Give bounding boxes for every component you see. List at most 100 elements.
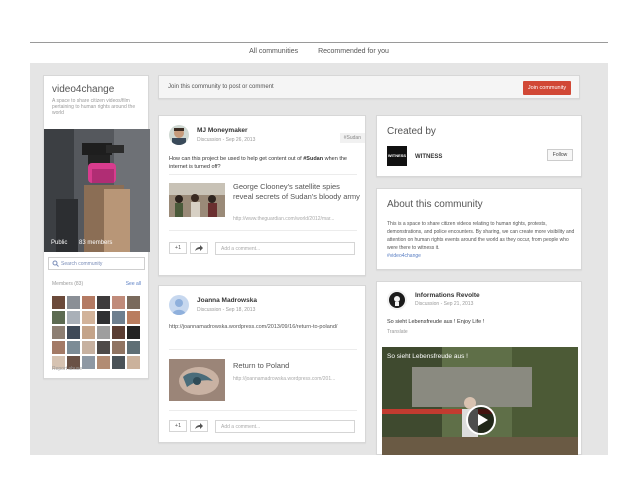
avatar[interactable] — [169, 125, 189, 145]
video-player[interactable]: So sieht Lebensfreude aus ! — [382, 347, 578, 455]
members-label: Members (83) — [52, 281, 84, 287]
member-avatar[interactable] — [67, 311, 80, 324]
member-avatar[interactable] — [52, 341, 65, 354]
creator-name[interactable]: WITNESS — [415, 154, 442, 160]
post-meta: Discussion - Sep 18, 2013 — [197, 307, 256, 313]
avatar[interactable] — [169, 295, 189, 315]
member-avatar[interactable] — [67, 296, 80, 309]
member-avatar[interactable] — [82, 326, 95, 339]
link-thumbnail[interactable] — [169, 183, 225, 217]
share-icon — [195, 245, 203, 251]
video-title: So sieht Lebensfreude aus ! — [387, 353, 468, 360]
top-divider — [30, 42, 608, 43]
community-description: A space to share citizen videos/film per… — [52, 98, 136, 116]
link-thumbnail-image — [169, 183, 225, 217]
post-card-3: Informations Revolte Discussion - Sep 21… — [376, 281, 582, 455]
about-body: This is a space to share citizen videos … — [387, 221, 575, 251]
link-url[interactable]: http://joannamadrowska.wordpress.com/201… — [233, 376, 359, 382]
member-avatar[interactable] — [127, 311, 140, 324]
witness-logo[interactable]: WITNESS — [387, 146, 407, 166]
cover-photo-image — [44, 129, 150, 252]
divider — [169, 410, 357, 411]
video-frame-image — [382, 347, 578, 455]
member-avatar-grid — [52, 296, 142, 369]
created-by-heading: Created by — [387, 126, 436, 137]
member-avatar[interactable] — [97, 296, 110, 309]
link-thumbnail[interactable] — [169, 359, 225, 401]
search-placeholder: Search community — [61, 261, 103, 267]
member-avatar[interactable] — [127, 341, 140, 354]
comment-input[interactable]: Add a comment... — [215, 420, 355, 433]
plus-one-button[interactable]: +1 — [169, 242, 187, 254]
link-thumbnail-image — [169, 359, 225, 401]
see-all-link[interactable]: See all — [126, 281, 141, 287]
member-avatar[interactable] — [97, 341, 110, 354]
community-sidebar: video4change A space to share citizen vi… — [43, 75, 150, 379]
plus-one-button[interactable]: +1 — [169, 420, 187, 432]
join-bar: Join this community to post or comment J… — [158, 75, 580, 99]
member-avatar[interactable] — [97, 326, 110, 339]
divider — [169, 230, 357, 231]
report-abuse-link[interactable]: Report abuse — [52, 366, 82, 372]
community-cover-photo: Public 83 members — [44, 129, 150, 252]
default-avatar-icon — [169, 295, 189, 315]
post-card-1: MJ Moneymaker Discussion - Sep 26, 2013 … — [158, 115, 366, 276]
link-title[interactable]: Return to Poland — [233, 361, 361, 371]
visibility-label: Public — [51, 240, 68, 246]
member-avatar[interactable] — [82, 341, 95, 354]
post-hashtag-badge[interactable]: #Sudan — [339, 133, 365, 143]
member-avatar[interactable] — [52, 311, 65, 324]
post-author[interactable]: MJ Moneymaker — [197, 127, 248, 134]
member-avatar[interactable] — [112, 326, 125, 339]
top-nav: All communities Recommended for you — [0, 48, 638, 55]
share-icon — [195, 423, 203, 429]
member-avatar[interactable] — [112, 356, 125, 369]
avatar[interactable] — [387, 290, 407, 310]
member-avatar[interactable] — [67, 326, 80, 339]
link-title[interactable]: George Clooney's satellite spies reveal … — [233, 182, 361, 202]
member-avatar[interactable] — [127, 356, 140, 369]
community-stats: Public 83 members — [51, 240, 122, 246]
play-icon[interactable] — [466, 405, 496, 435]
nav-recommended[interactable]: Recommended for you — [318, 48, 389, 55]
post-author[interactable]: Informations Revolte — [415, 292, 480, 299]
translate-link[interactable]: Translate — [387, 329, 408, 335]
community-search-input[interactable]: Search community — [48, 257, 145, 270]
member-avatar[interactable] — [112, 341, 125, 354]
about-card: About this community This is a space to … — [376, 188, 582, 270]
search-icon — [52, 260, 59, 267]
member-avatar[interactable] — [97, 356, 110, 369]
author-avatar-image — [387, 290, 407, 310]
post-text: How can this project be used to help get… — [169, 155, 359, 171]
community-canvas: video4change A space to share citizen vi… — [30, 63, 608, 455]
post-card-2: Joanna Madrowska Discussion - Sep 18, 20… — [158, 285, 366, 443]
comment-input[interactable]: Add a comment... — [215, 242, 355, 255]
share-button[interactable] — [190, 420, 208, 432]
member-avatar[interactable] — [82, 356, 95, 369]
member-avatar[interactable] — [52, 296, 65, 309]
member-avatar[interactable] — [127, 296, 140, 309]
member-avatar[interactable] — [112, 311, 125, 324]
post-text-pre: How can this project be used to help get… — [169, 156, 304, 162]
member-avatar[interactable] — [112, 296, 125, 309]
share-button[interactable] — [190, 242, 208, 254]
post-text-hashtag[interactable]: #Sudan — [303, 156, 323, 162]
join-community-button[interactable]: Join community — [523, 81, 571, 95]
about-hashtag[interactable]: #video4change — [387, 253, 421, 259]
nav-all-communities[interactable]: All communities — [249, 48, 298, 55]
post-text[interactable]: http://joannamadrowska.wordpress.com/201… — [169, 323, 359, 331]
member-avatar[interactable] — [82, 296, 95, 309]
link-url[interactable]: http://www.theguardian.com/world/2012/ma… — [233, 216, 359, 222]
post-meta: Discussion - Sep 26, 2013 — [197, 137, 256, 143]
post-text: So sieht Lebensfreude aus ! Enjoy Life ! — [387, 319, 485, 325]
created-by-card: Created by WITNESS WITNESS Follow — [376, 115, 582, 177]
follow-button[interactable]: Follow — [547, 149, 573, 161]
community-title: video4change — [52, 84, 115, 95]
member-avatar[interactable] — [67, 341, 80, 354]
member-avatar[interactable] — [127, 326, 140, 339]
post-author[interactable]: Joanna Madrowska — [197, 297, 257, 304]
member-avatar[interactable] — [97, 311, 110, 324]
member-avatar[interactable] — [52, 326, 65, 339]
about-heading: About this community — [387, 199, 483, 210]
member-avatar[interactable] — [82, 311, 95, 324]
